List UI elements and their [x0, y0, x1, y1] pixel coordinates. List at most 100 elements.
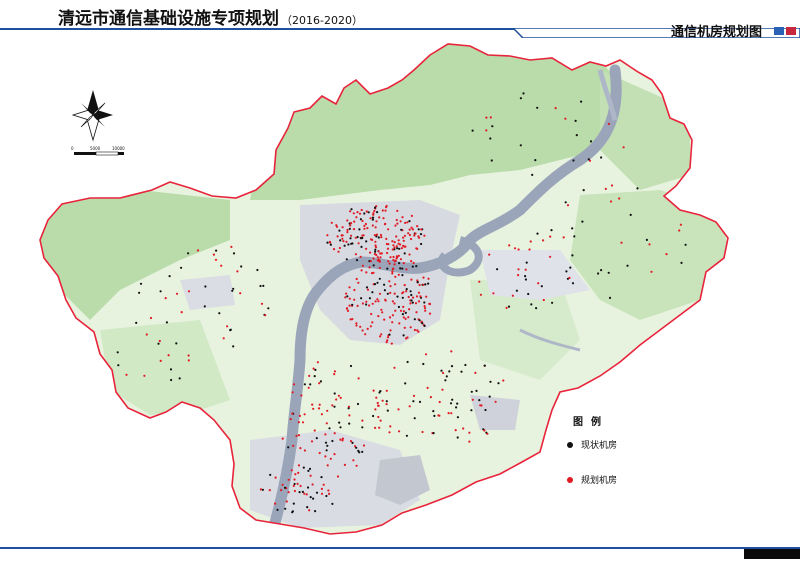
facility-point	[525, 261, 528, 264]
facility-point	[450, 350, 453, 353]
facility-point	[402, 291, 405, 294]
facility-point	[571, 227, 574, 230]
facility-point	[302, 466, 305, 469]
facility-point	[396, 247, 399, 250]
facility-point	[291, 391, 294, 394]
facility-point	[444, 379, 447, 382]
facility-point	[379, 256, 382, 259]
facility-point	[361, 264, 364, 267]
scale-label-0: 0	[71, 146, 74, 151]
facility-point	[391, 300, 394, 303]
facility-point	[600, 156, 603, 159]
facility-point	[378, 292, 382, 295]
facility-point	[385, 403, 388, 406]
facility-point	[315, 437, 318, 440]
facility-point	[573, 235, 576, 238]
facility-point	[580, 100, 583, 103]
facility-point	[391, 314, 394, 317]
facility-point	[371, 321, 374, 324]
facility-point	[350, 234, 353, 237]
facility-point	[378, 216, 381, 219]
facility-point	[409, 326, 412, 329]
facility-point	[387, 260, 390, 263]
facility-point	[339, 396, 342, 399]
facility-point	[396, 295, 399, 298]
facility-point	[339, 438, 342, 441]
facility-point	[393, 263, 396, 266]
facility-point	[315, 491, 319, 494]
facility-point	[433, 414, 436, 417]
facility-point	[409, 290, 412, 293]
facility-point	[540, 285, 543, 288]
facility-point	[333, 373, 336, 376]
facility-point	[524, 275, 527, 278]
facility-point	[314, 510, 317, 513]
facility-point	[449, 402, 453, 405]
facility-point	[336, 235, 339, 238]
facility-point	[313, 375, 316, 378]
facility-point	[345, 292, 348, 295]
facility-point	[550, 229, 553, 232]
facility-point	[534, 159, 537, 162]
facility-point	[393, 292, 396, 295]
facility-point	[517, 248, 520, 251]
facility-point	[218, 312, 221, 315]
facility-point	[517, 274, 520, 277]
facility-point	[379, 419, 382, 422]
facility-point	[367, 211, 370, 214]
facility-point	[352, 228, 356, 231]
facility-point	[347, 407, 350, 410]
facility-point	[464, 363, 467, 367]
facility-point	[416, 247, 419, 250]
facility-point	[365, 210, 368, 213]
facility-point	[399, 258, 402, 261]
facility-point	[389, 256, 392, 259]
facility-point	[379, 335, 382, 338]
facility-point	[371, 216, 375, 219]
facility-point	[325, 422, 328, 425]
facility-point	[167, 354, 170, 357]
facility-point	[143, 374, 146, 377]
facility-point	[470, 390, 473, 393]
facility-point	[421, 322, 424, 325]
facility-point	[169, 368, 173, 371]
facility-point	[398, 247, 401, 250]
facility-point	[319, 380, 322, 383]
facility-point	[468, 440, 471, 443]
facility-point	[256, 268, 259, 272]
facility-point	[348, 297, 351, 300]
facility-point	[377, 404, 380, 407]
facility-point	[380, 333, 383, 336]
facility-point	[352, 459, 355, 462]
facility-point	[421, 430, 424, 434]
facility-point	[361, 329, 364, 332]
facility-point	[303, 449, 306, 452]
facility-point	[370, 312, 373, 316]
facility-point	[320, 476, 323, 479]
facility-point	[376, 281, 379, 284]
facility-point	[515, 289, 519, 292]
facility-point	[349, 224, 352, 227]
facility-point	[306, 506, 309, 509]
facility-point	[513, 247, 517, 250]
facility-point	[418, 400, 422, 403]
facility-point	[339, 426, 342, 429]
facility-point	[336, 475, 340, 478]
facility-point	[483, 429, 486, 432]
facility-point	[391, 270, 394, 273]
map-canvas[interactable]: 0 5000 10000	[0, 0, 800, 565]
facility-point	[231, 289, 234, 292]
facility-point	[361, 219, 364, 223]
facility-point	[326, 464, 329, 467]
facility-point	[428, 312, 432, 315]
facility-point	[203, 305, 206, 308]
facility-point	[384, 299, 387, 302]
facility-point	[287, 478, 290, 481]
facility-point	[269, 473, 272, 476]
facility-point	[383, 289, 386, 292]
facility-point	[404, 382, 407, 385]
facility-point	[322, 483, 325, 486]
facility-point	[138, 291, 141, 294]
facility-point	[294, 473, 297, 476]
facility-point	[320, 492, 324, 495]
